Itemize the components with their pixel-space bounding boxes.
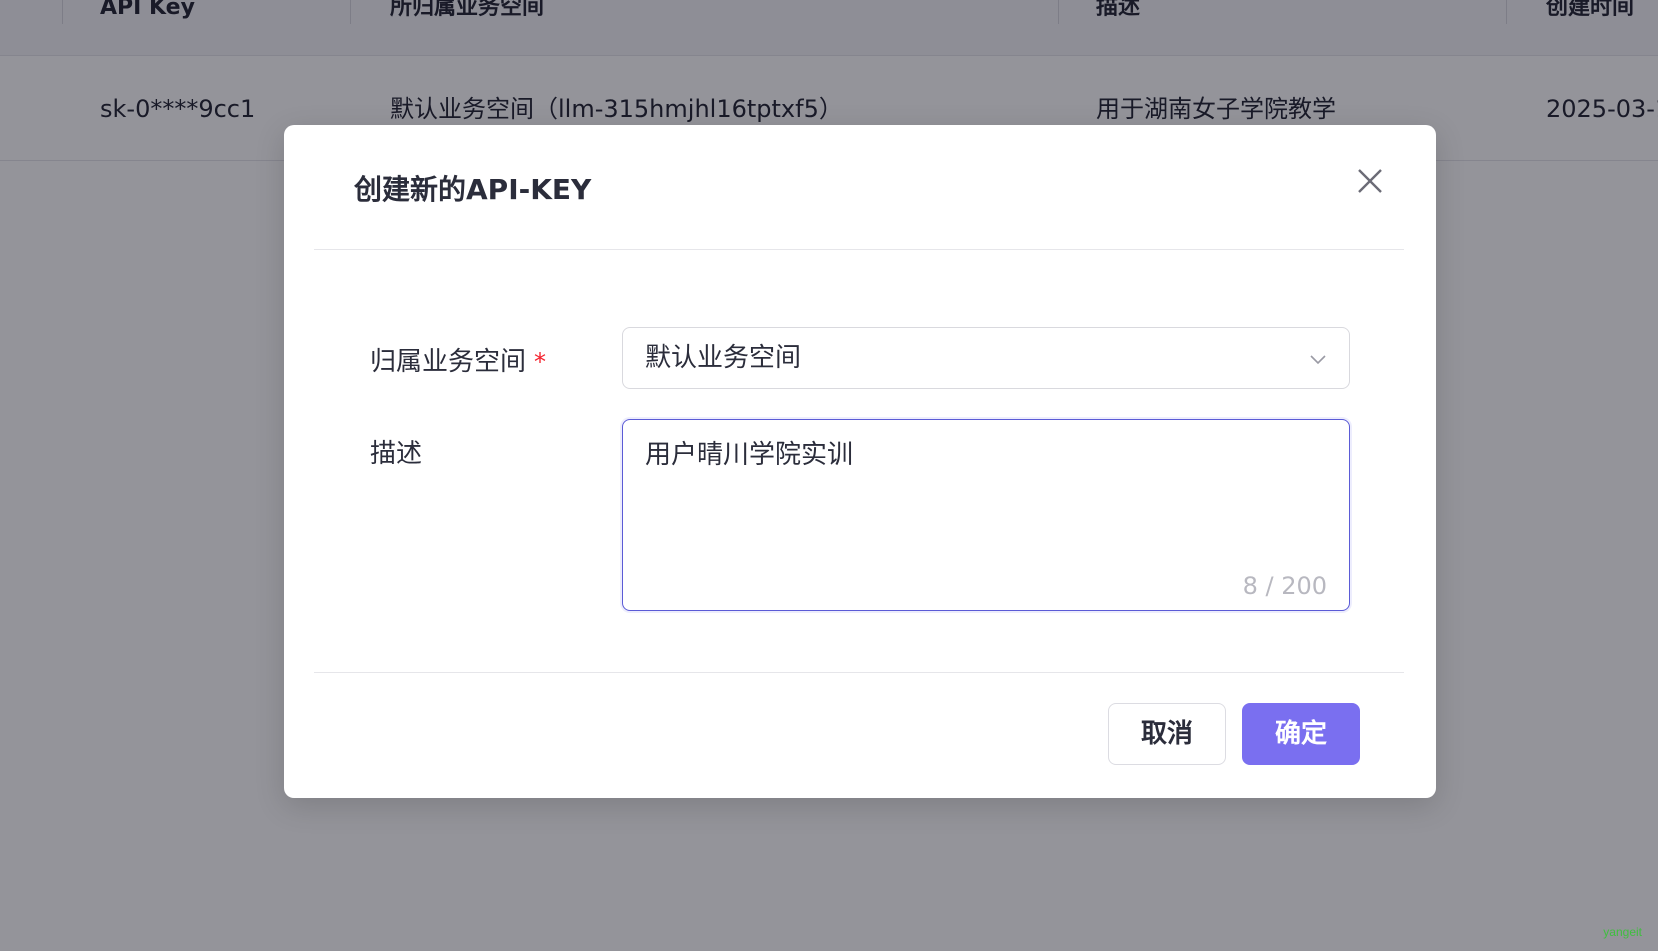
description-field[interactable]: 用户晴川学院实训 8 / 200 [622, 419, 1350, 611]
create-api-key-modal: 创建新的API-KEY 归属业务空间 * 默认业务空间 描述 用户晴川学院实训 8… [284, 125, 1436, 798]
modal-title: 创建新的API-KEY [354, 173, 592, 206]
close-icon[interactable] [1354, 165, 1386, 197]
description-textarea[interactable]: 用户晴川学院实训 [645, 434, 1325, 554]
description-label: 描述 [370, 439, 423, 469]
workspace-label-text: 归属业务空间 [370, 347, 527, 377]
cancel-button[interactable]: 取消 [1108, 703, 1226, 765]
page: API Key 所归属业务空间 描述 创建时间 sk-0****9cc1 默认业… [0, 0, 1658, 951]
footer-divider [314, 672, 1404, 673]
workspace-label: 归属业务空间 * [370, 341, 546, 378]
description-counter: 8 / 200 [1242, 572, 1327, 600]
confirm-button[interactable]: 确定 [1242, 703, 1360, 765]
workspace-select[interactable]: 默认业务空间 [622, 327, 1350, 389]
required-mark: * [534, 348, 547, 376]
watermark: yangeit [1603, 925, 1642, 939]
chevron-down-icon [1310, 355, 1326, 365]
header-divider [314, 249, 1404, 250]
workspace-select-value: 默认业务空间 [645, 343, 802, 373]
